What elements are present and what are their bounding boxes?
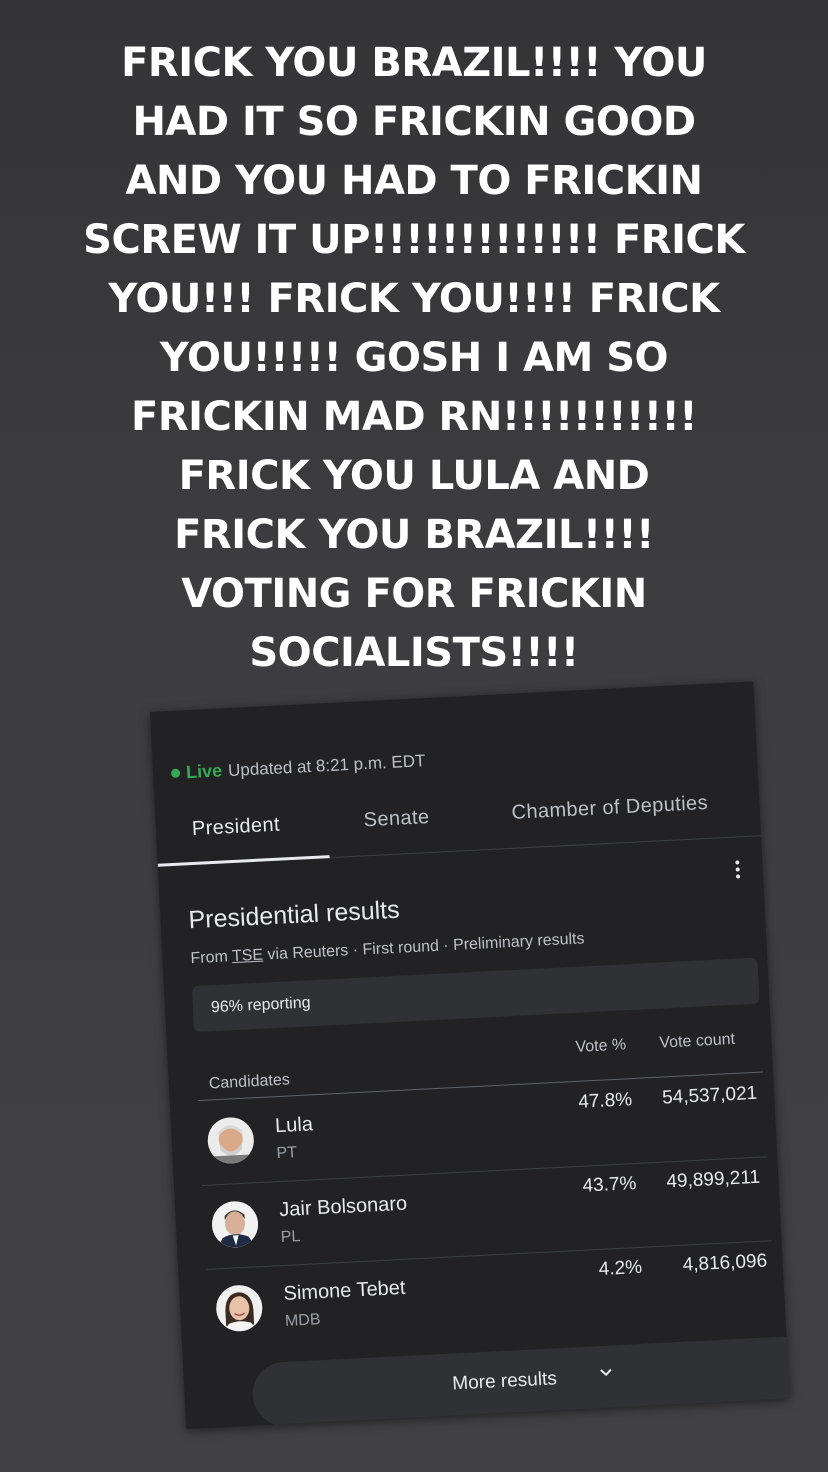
caption-line: FRICKIN MAD RN!!!!!!!!!!! [131,394,697,440]
source-prefix: From [190,948,229,968]
header-vote-count: Vote count [658,1030,736,1052]
reporting-status: 96% reporting [210,994,311,1017]
candidate-vote-pct: 4.2% [598,1256,643,1280]
caption-line: VOTING FOR FRICKIN [181,571,647,617]
candidate-party: MDB [284,1311,321,1330]
candidate-vote-count: 49,899,211 [665,1166,761,1193]
tab-senate[interactable]: Senate [363,806,430,832]
updated-time: Updated at 8:21 p.m. EDT [227,750,426,780]
caption-line: AND YOU HAD TO FRICKIN [125,158,703,204]
chevron-down-icon [600,1368,612,1377]
candidate-vote-pct: 43.7% [582,1173,637,1197]
page: FRICK YOU BRAZIL!!!! YOU HAD IT SO FRICK… [0,0,828,1472]
live-label: Live [185,760,223,783]
header-candidates: Candidates [208,1071,291,1093]
caption-line: SOCIALISTS!!!! [249,630,579,676]
live-dot-icon [170,768,181,779]
active-tab-indicator [157,855,330,867]
more-results-button[interactable]: More results [251,1335,790,1428]
source-link-tse[interactable]: TSE [232,947,264,966]
caption-line: YOU!!!!! GOSH I AM SO [159,335,669,381]
more-results-label: More results [451,1368,558,1395]
candidate-avatar [210,1200,260,1249]
candidate-avatar [206,1116,255,1165]
results-title: Presidential results [187,895,401,935]
tab-bar: President Senate Chamber of Deputies [154,771,762,867]
caption-line: SCREW IT UP!!!!!!!!!!!!! FRICK [83,217,745,263]
caption-line: FRICK YOU BRAZIL!!!! YOU [121,40,707,86]
candidate-name: Lula [274,1113,314,1138]
live-status: Live Updated at 8:21 p.m. EDT [170,750,426,784]
header-vote-pct: Vote % [575,1036,627,1056]
candidate-vote-count: 4,816,096 [682,1250,768,1276]
caption-line: FRICK YOU LULA AND [178,453,650,499]
more-vert-icon[interactable] [734,860,741,882]
reporting-box: 96% reporting [191,957,760,1033]
tab-president[interactable]: President [191,814,280,841]
candidate-party: PL [280,1228,301,1247]
candidate-name: Simone Tebet [283,1276,406,1305]
caption-line: FRICK YOU BRAZIL!!!! [174,512,654,558]
election-results-card: Live Updated at 8:21 p.m. EDT President … [150,681,790,1430]
caption-line: YOU!!! FRICK YOU!!!! FRICK [108,276,720,322]
source-line: From TSE via Reuters · First round · Pre… [190,930,585,968]
candidate-name: Jair Bolsonaro [278,1192,408,1222]
candidate-avatar [215,1284,264,1333]
tab-chamber-of-deputies[interactable]: Chamber of Deputies [511,792,709,825]
candidate-party: PT [276,1144,298,1163]
candidate-vote-pct: 47.8% [577,1089,633,1113]
caption-line: HAD IT SO FRICKIN GOOD [132,99,696,145]
caption-text: FRICK YOU BRAZIL!!!! YOU HAD IT SO FRICK… [0,34,828,683]
source-suffix: via Reuters · First round · Preliminary … [267,930,585,964]
candidate-vote-count: 54,537,021 [661,1082,758,1109]
